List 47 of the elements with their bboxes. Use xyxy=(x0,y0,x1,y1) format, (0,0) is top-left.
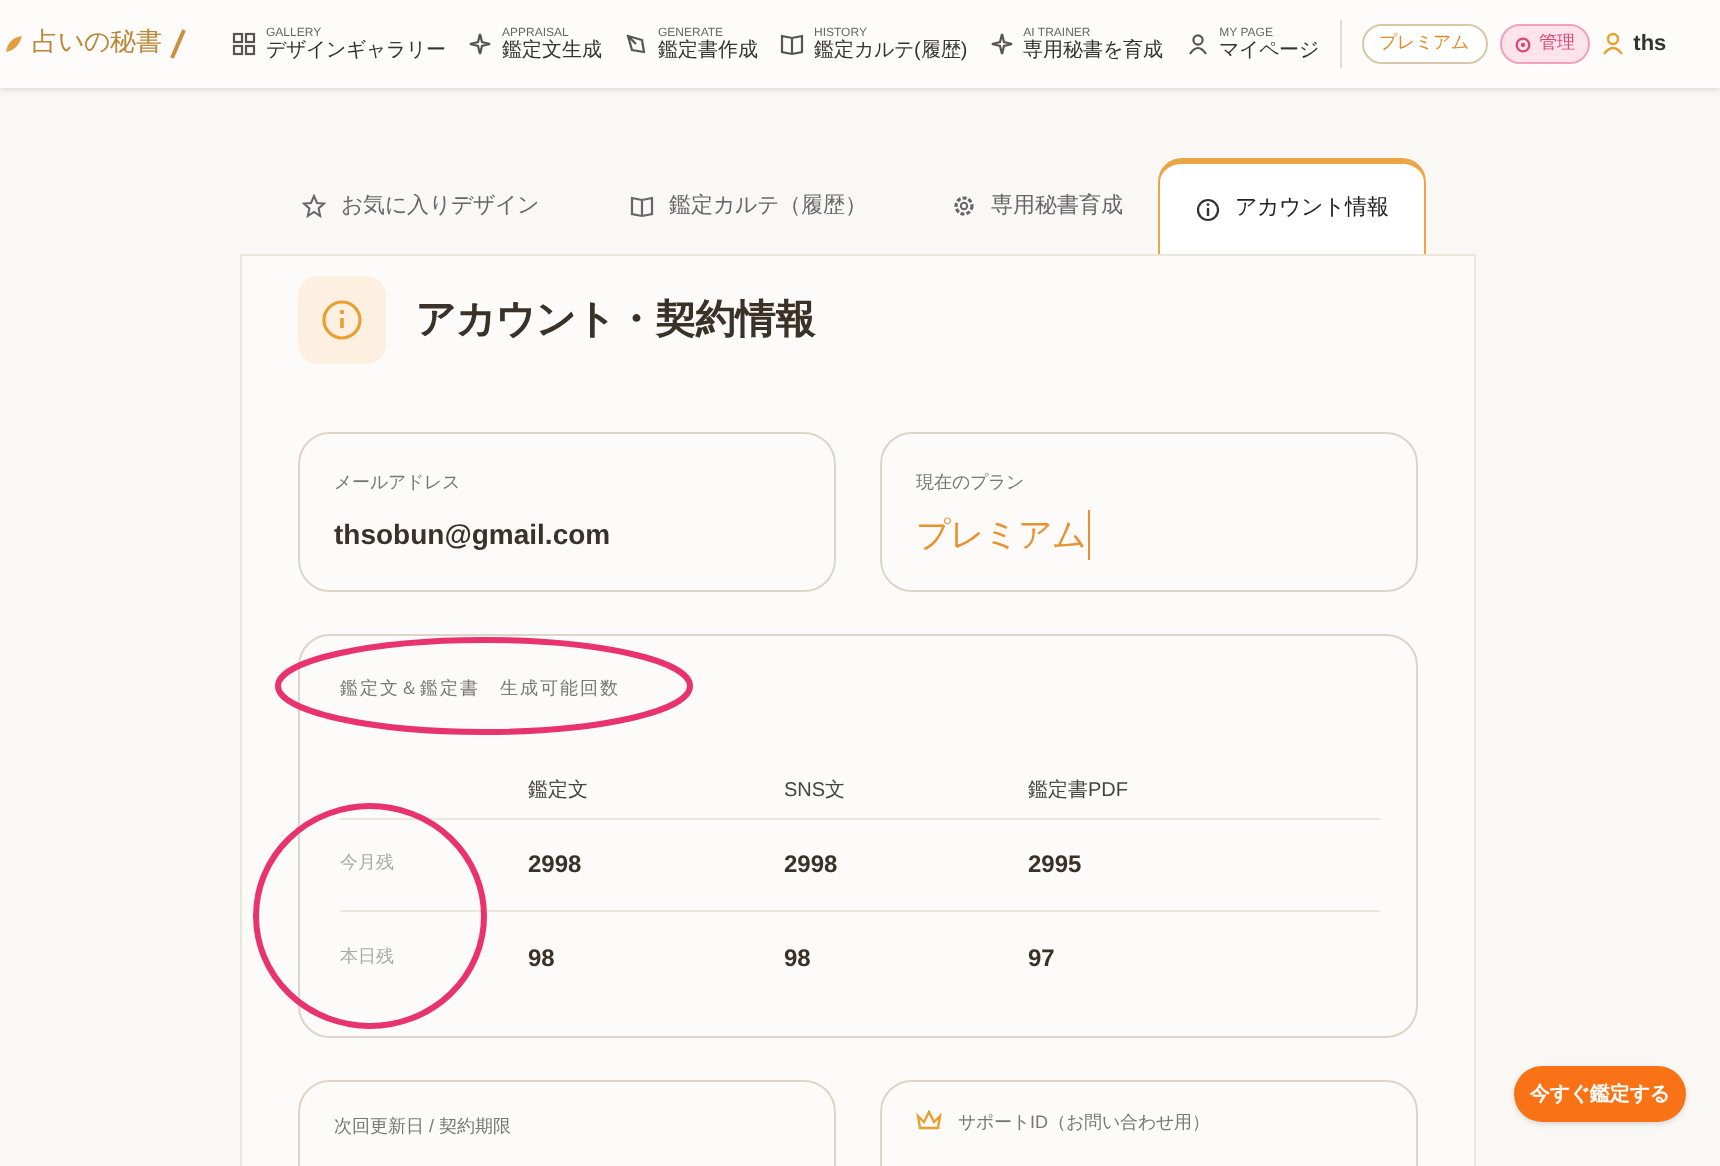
tab[interactable]: お気に入りデザイン xyxy=(260,158,580,254)
nav-link[interactable]: マイページ xyxy=(1219,41,1320,61)
nav-link[interactable]: 鑑定カルテ(履歴) xyxy=(814,41,968,61)
plan-badge: プレミアム xyxy=(1361,24,1488,64)
field-label: 現在のプラン xyxy=(916,470,1026,496)
user-icon xyxy=(1185,32,1210,56)
tab[interactable]: アカウント情報 xyxy=(1158,158,1426,254)
tab[interactable]: 鑑定カルテ（履歴） xyxy=(580,158,916,254)
sparkle-icon xyxy=(989,32,1014,56)
row-label: 今月残 xyxy=(340,850,396,877)
column-header: SNS文 xyxy=(784,777,848,805)
nav-link[interactable]: 鑑定書作成 xyxy=(658,41,758,61)
email-value: thsobun@gmail.com xyxy=(334,515,613,554)
nav-link[interactable]: 専用秘書を育成 xyxy=(1023,41,1164,61)
column-header: 鑑定文 xyxy=(528,777,590,805)
table-cell-text: 97 xyxy=(1028,941,1057,975)
nav-link[interactable]: デザインギャラリー xyxy=(266,41,446,61)
field-label: 次回更新日 / 契約期限 xyxy=(334,1114,514,1140)
pen-icon xyxy=(624,32,648,56)
info-icon xyxy=(298,276,386,364)
leaf-icon xyxy=(4,34,24,54)
field-label: サポートID（お問い合わせ用） xyxy=(958,1110,1210,1136)
column-header: 鑑定書PDF xyxy=(1028,777,1130,805)
table-cell-text: 2998 xyxy=(784,848,840,882)
sparkle-icon xyxy=(468,32,492,56)
gear-icon xyxy=(1513,35,1532,53)
user-icon xyxy=(1601,32,1624,56)
table-cell-text: 2998 xyxy=(528,848,584,882)
nav-link[interactable]: 鑑定文生成 xyxy=(502,41,602,61)
row-label: 本日残 xyxy=(340,943,396,970)
star-icon xyxy=(301,194,325,218)
user-name[interactable]: ths xyxy=(1633,27,1667,61)
gear-icon xyxy=(951,194,975,218)
section-title: アカウント・契約情報 xyxy=(416,296,816,346)
info-icon xyxy=(1195,197,1219,221)
crown-icon xyxy=(916,1110,942,1132)
table-cell-text: 2995 xyxy=(1028,848,1084,882)
plan-value: プレミアム xyxy=(916,509,1090,560)
field-label: メールアドレス xyxy=(334,470,462,496)
quill-icon xyxy=(170,28,186,60)
table-cell-text: 98 xyxy=(784,941,813,975)
book-icon xyxy=(780,32,804,56)
table-cell-text: 98 xyxy=(528,941,557,975)
book-icon xyxy=(629,194,653,218)
tab[interactable]: 専用秘書育成 xyxy=(916,158,1158,254)
grid-icon xyxy=(232,32,256,56)
quota-title: 鑑定文＆鑑定書 生成可能回数 xyxy=(340,676,622,702)
